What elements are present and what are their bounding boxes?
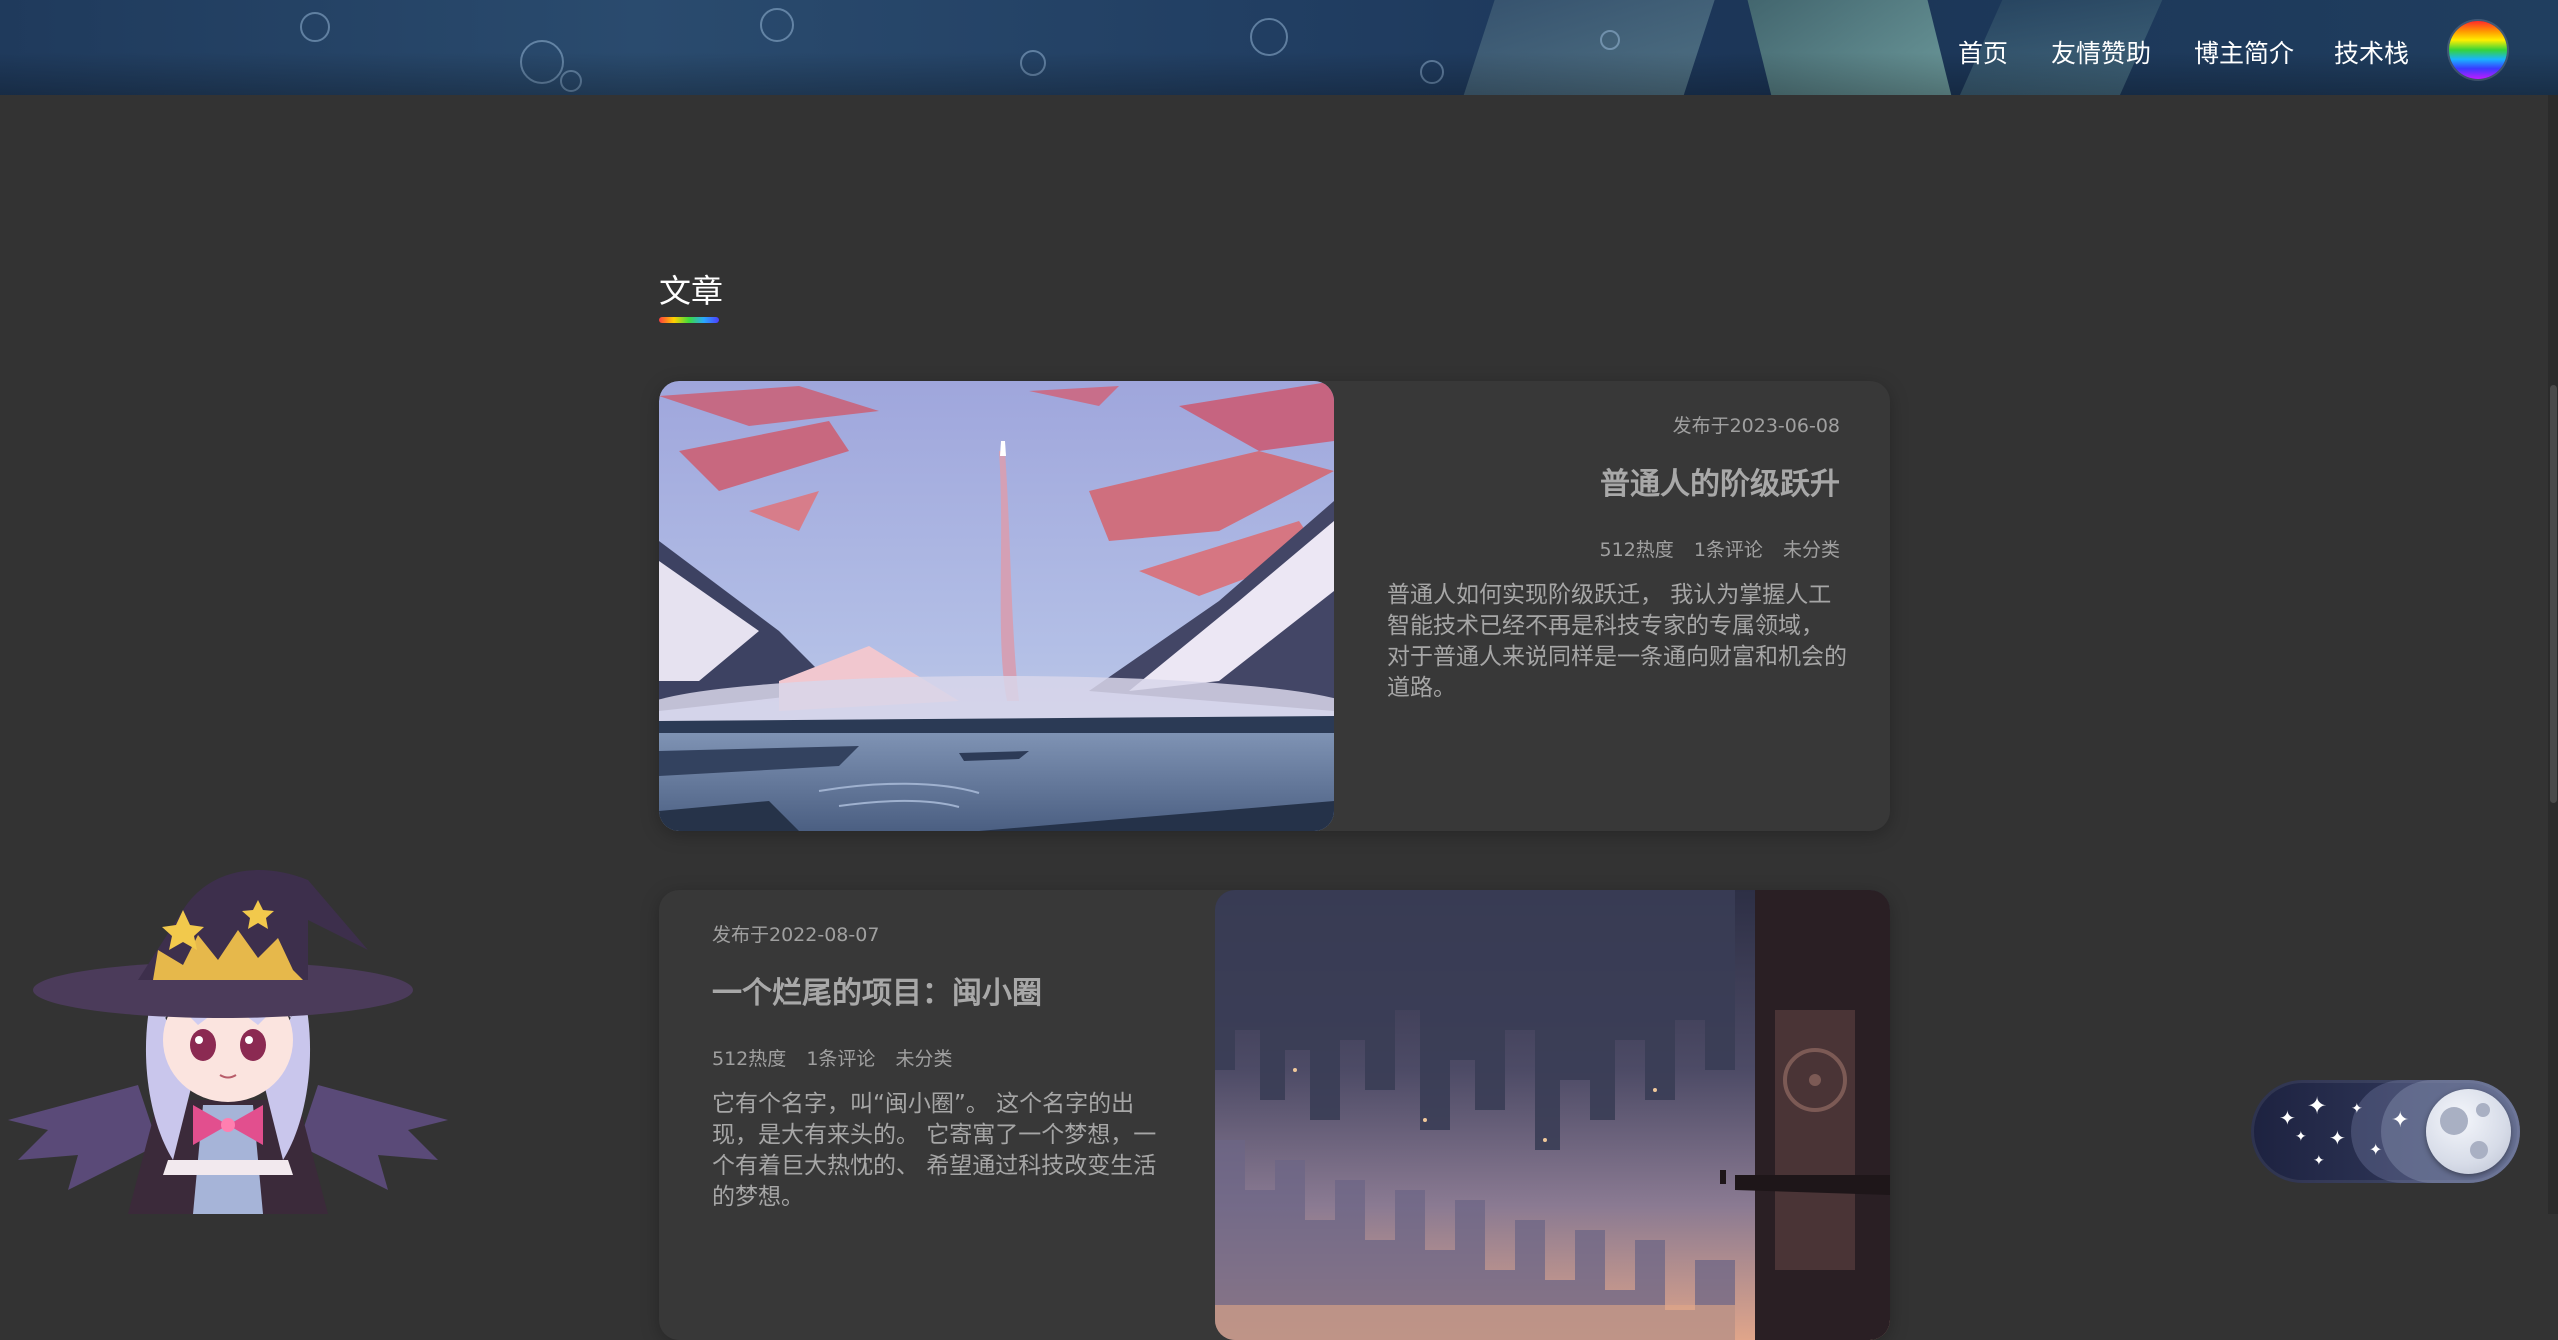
post-excerpt: 它有个名字，叫“闽小圈”。 这个名字的出现，是大有来头的。 它寄寓了一个梦想，一…: [712, 1091, 1157, 1210]
nav-home[interactable]: 首页: [1958, 34, 2008, 70]
scrollbar-thumb[interactable]: [2550, 385, 2557, 803]
inverted-city-illustration: [1215, 890, 1890, 1340]
section-title: 文章: [659, 272, 724, 310]
nav-links[interactable]: 友情赞助: [2051, 34, 2151, 70]
post-title[interactable]: 一个烂尾的项目：闽小圈: [712, 968, 1042, 1012]
post-title[interactable]: 普通人的阶级跃升: [1600, 459, 1840, 503]
section-title-underline: [659, 317, 719, 323]
post-cover-image[interactable]: [659, 381, 1334, 831]
header-banner: [0, 0, 2558, 95]
post-card[interactable]: 发布于2023-06-08 普通人的阶级跃升 512热度 1条评论 未分类 普通…: [659, 381, 1890, 831]
star-icon: ✦: [2369, 1140, 2383, 1159]
post-meta: 512热度 1条评论 未分类: [1600, 535, 1840, 562]
nav-tech-stack[interactable]: 技术栈: [2334, 34, 2409, 70]
post-category[interactable]: 未分类: [895, 1048, 952, 1070]
nav-about[interactable]: 博主简介: [2194, 34, 2294, 70]
star-icon: ✦: [2307, 1092, 2328, 1120]
witch-mascot[interactable]: [8, 830, 448, 1214]
post-meta: 512热度 1条评论 未分类: [712, 1044, 952, 1071]
banner-shade: [0, 0, 2558, 95]
post-card[interactable]: 发布于2022-08-07 一个烂尾的项目：闽小圈 512热度 1条评论 未分类…: [659, 890, 1890, 1340]
star-icon: ✦: [2313, 1153, 2325, 1169]
rocket-landscape-illustration: [659, 381, 1334, 831]
post-comments[interactable]: 1条评论: [806, 1048, 875, 1070]
star-icon: ✦: [2279, 1106, 2296, 1130]
post-heat: 512热度: [712, 1048, 787, 1070]
post-heat: 512热度: [1599, 539, 1674, 561]
avatar[interactable]: [2449, 21, 2507, 79]
theme-toggle-switch[interactable]: ✦ ✦ ✦ ✦ ✦ ✦ ✦ ✦: [2251, 1080, 2520, 1183]
post-excerpt: 普通人如何实现阶级跃迁， 我认为掌握人工智能技术已经不再是科技专家的专属领域， …: [1387, 582, 1847, 701]
star-icon: ✦: [2329, 1126, 2346, 1150]
post-category[interactable]: 未分类: [1783, 539, 1840, 561]
post-date: 发布于2023-06-08: [1672, 415, 1840, 437]
star-icon: ✦: [2295, 1129, 2307, 1145]
moon-icon[interactable]: [2426, 1089, 2511, 1174]
star-icon: ✦: [2391, 1108, 2410, 1133]
post-cover-image[interactable]: [1215, 890, 1890, 1340]
post-date: 发布于2022-08-07: [712, 924, 880, 946]
post-comments[interactable]: 1条评论: [1694, 539, 1763, 561]
star-icon: ✦: [2351, 1101, 2363, 1117]
